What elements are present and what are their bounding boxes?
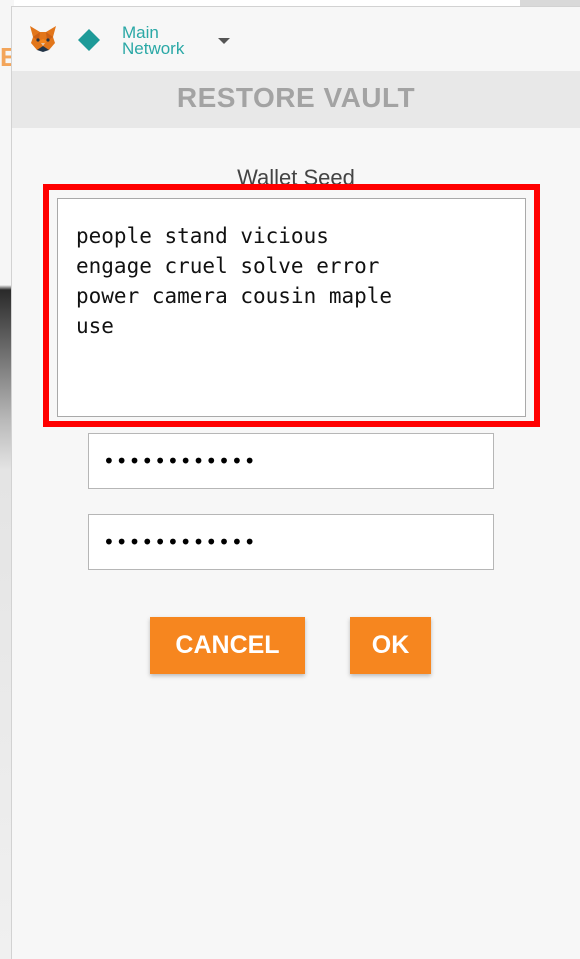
network-name-line2: Network	[122, 39, 185, 58]
wallet-seed-input[interactable]: people stand vicious engage cruel solve …	[57, 198, 526, 417]
seed-highlight-box: people stand vicious engage cruel solve …	[43, 184, 540, 427]
cancel-button[interactable]: CANCEL	[150, 617, 305, 674]
title-bar: RESTORE VAULT	[12, 71, 580, 128]
caret-down-icon[interactable]	[218, 38, 230, 44]
diamond-icon[interactable]	[78, 29, 100, 51]
page-title: RESTORE VAULT	[176, 82, 416, 113]
confirm-password-input[interactable]	[88, 514, 494, 570]
password-input[interactable]	[88, 433, 494, 489]
fox-icon[interactable]	[28, 23, 58, 53]
ok-button[interactable]: OK	[350, 617, 431, 674]
app-bar: Main Network	[12, 7, 580, 71]
extension-popup: Main Network RESTORE VAULT Wallet Seed p…	[11, 6, 580, 959]
network-selector[interactable]: Main Network	[122, 24, 222, 58]
